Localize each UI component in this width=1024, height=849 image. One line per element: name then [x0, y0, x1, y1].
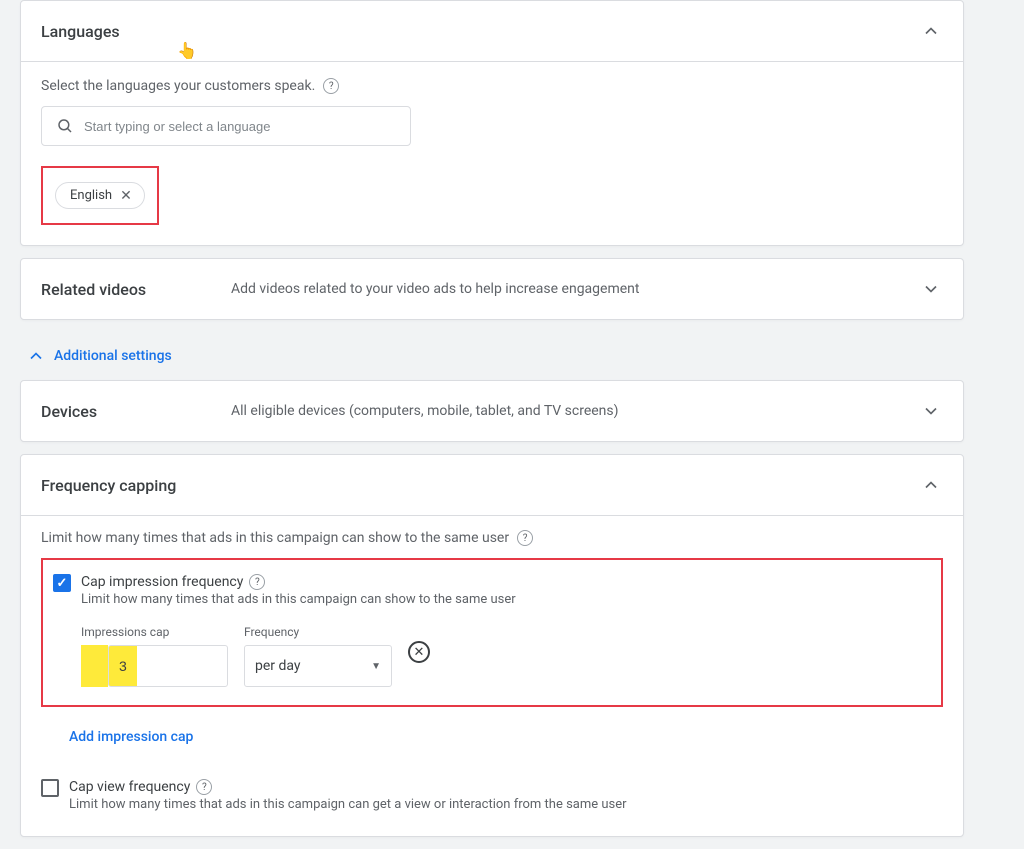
additional-settings-label: Additional settings — [54, 348, 172, 364]
related-videos-header[interactable]: Related videos Add videos related to you… — [21, 259, 963, 319]
language-search-input[interactable] — [41, 106, 411, 146]
help-icon[interactable]: ? — [323, 78, 339, 94]
frequency-capping-title: Frequency capping — [41, 476, 231, 495]
language-chip[interactable]: English ✕ — [55, 182, 145, 209]
devices-header[interactable]: Devices All eligible devices (computers,… — [21, 381, 963, 441]
chevron-down-icon — [919, 399, 943, 423]
help-icon[interactable]: ? — [196, 779, 212, 795]
language-search-field[interactable] — [84, 119, 396, 134]
search-icon — [56, 117, 74, 135]
additional-settings-toggle[interactable]: Additional settings — [20, 332, 964, 380]
impressions-cap-label: Impressions cap — [81, 625, 228, 639]
related-videos-title: Related videos — [41, 280, 231, 299]
add-impression-cap-link[interactable]: Add impression cap — [69, 729, 943, 745]
frequency-capping-card: Frequency capping Limit how many times t… — [20, 454, 964, 837]
frequency-help-text: Limit how many times that ads in this ca… — [41, 530, 509, 546]
language-chip-label: English — [70, 188, 112, 203]
devices-desc: All eligible devices (computers, mobile,… — [231, 403, 919, 419]
frequency-capping-header[interactable]: Frequency capping — [21, 455, 963, 516]
frequency-label: Frequency — [244, 625, 392, 639]
remove-cap-icon[interactable]: ✕ — [408, 641, 430, 663]
languages-help-text: Select the languages your customers spea… — [41, 78, 315, 94]
languages-header[interactable]: Languages — [21, 1, 963, 62]
cap-impression-sub: Limit how many times that ads in this ca… — [81, 592, 927, 607]
impression-cap-highlight: Cap impression frequency ? Limit how man… — [41, 558, 943, 707]
related-videos-desc: Add videos related to your video ads to … — [231, 281, 919, 297]
cap-view-sub: Limit how many times that ads in this ca… — [69, 797, 943, 812]
close-icon[interactable]: ✕ — [118, 189, 134, 203]
languages-title: Languages — [41, 22, 231, 41]
help-icon[interactable]: ? — [249, 574, 265, 590]
cap-view-label: Cap view frequency — [69, 779, 190, 795]
frequency-value: per day — [255, 658, 301, 674]
chevron-up-icon — [919, 473, 943, 497]
chevron-up-icon — [24, 344, 48, 368]
chevron-up-icon — [919, 19, 943, 43]
cap-impression-label: Cap impression frequency — [81, 574, 243, 590]
dropdown-icon: ▼ — [371, 661, 381, 672]
highlight-marker — [81, 645, 108, 687]
related-videos-card: Related videos Add videos related to you… — [20, 258, 964, 320]
cap-impression-checkbox[interactable] — [53, 574, 71, 592]
languages-card: Languages 👆 Select the languages your cu… — [20, 0, 964, 246]
help-icon[interactable]: ? — [517, 530, 533, 546]
impressions-cap-input[interactable] — [108, 645, 228, 687]
devices-title: Devices — [41, 402, 231, 421]
devices-card: Devices All eligible devices (computers,… — [20, 380, 964, 442]
chevron-down-icon — [919, 277, 943, 301]
cap-view-checkbox[interactable] — [41, 779, 59, 797]
frequency-select[interactable]: per day ▼ — [244, 645, 392, 687]
language-chip-highlight: English ✕ — [41, 166, 159, 225]
